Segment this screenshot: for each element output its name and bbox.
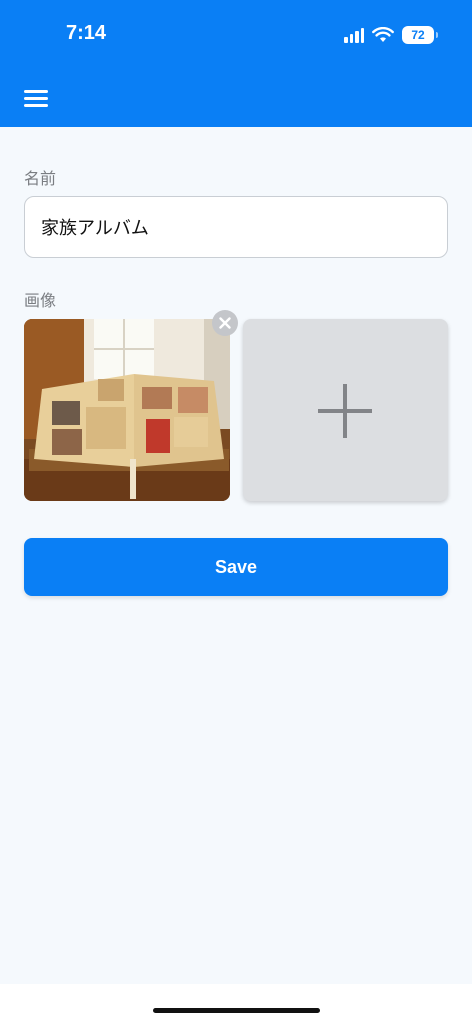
album-photo	[24, 319, 230, 501]
album-photo-image	[24, 319, 230, 501]
add-image-button[interactable]	[243, 319, 448, 501]
cellular-signal-icon	[344, 27, 364, 43]
status-time: 7:14	[66, 22, 107, 44]
close-icon	[219, 317, 231, 329]
name-input[interactable]	[24, 196, 448, 258]
name-label: 名前	[24, 169, 57, 188]
app-header: 7:14 72	[0, 0, 472, 127]
bottom-safe-area	[0, 984, 472, 1024]
remove-image-button[interactable]	[212, 310, 238, 336]
status-icons: 72	[344, 24, 438, 46]
wifi-icon	[372, 27, 394, 42]
image-label: 画像	[24, 291, 57, 310]
save-button[interactable]: Save	[24, 538, 448, 596]
home-indicator[interactable]	[153, 1008, 320, 1013]
battery-icon: 72	[402, 26, 438, 44]
hamburger-menu-icon[interactable]	[24, 90, 48, 110]
